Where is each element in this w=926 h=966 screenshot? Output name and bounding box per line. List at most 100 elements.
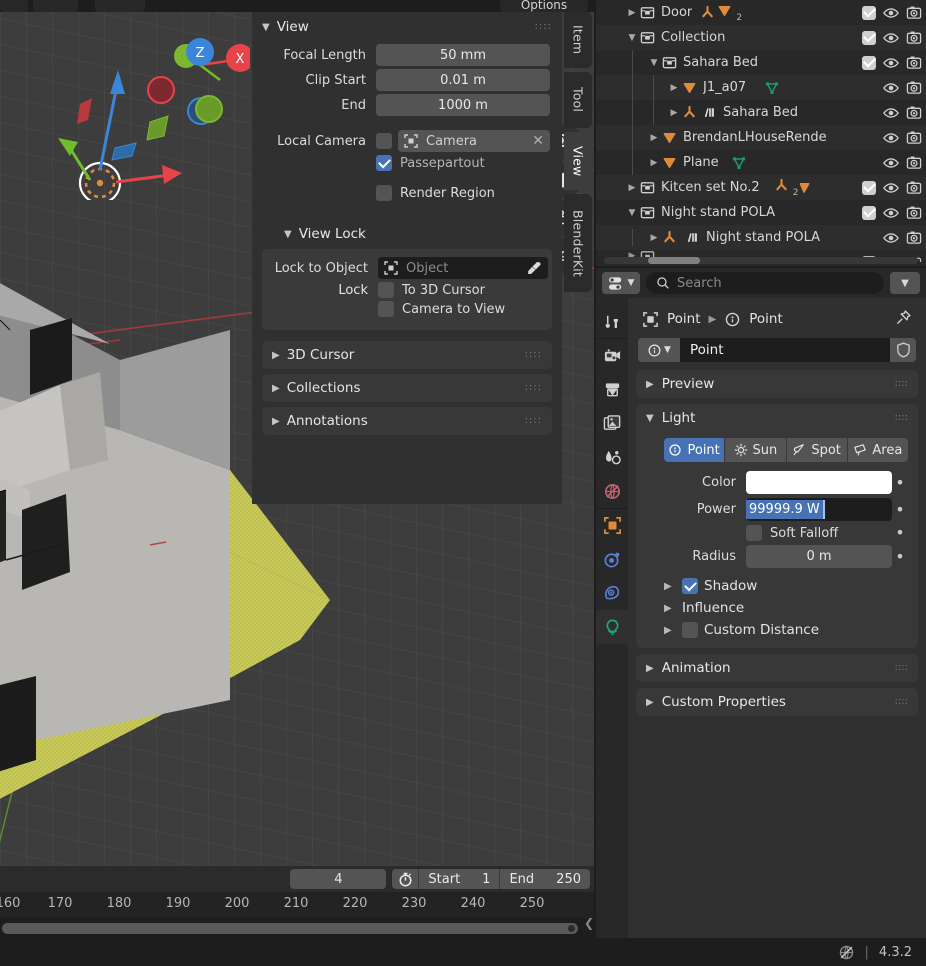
outliner-row-collection[interactable]: ▼ Collection	[596, 25, 926, 50]
camera-icon[interactable]	[906, 180, 922, 195]
panel-animation-header[interactable]: ▶ Animation ::::	[636, 654, 918, 682]
datablock-browse-button[interactable]: ▼	[638, 338, 680, 362]
chevron-right-icon[interactable]: ▶	[646, 133, 662, 143]
drag-grip-icon[interactable]: ::::	[895, 379, 908, 389]
eye-icon[interactable]	[883, 156, 899, 170]
eye-icon[interactable]	[883, 181, 899, 195]
passepartout-checkbox[interactable]	[376, 155, 392, 171]
panel-3d-cursor[interactable]: ▶ 3D Cursor ::::	[262, 341, 552, 369]
timeline-hscrollbar[interactable]	[2, 923, 578, 934]
drag-grip-icon[interactable]: ::::	[525, 416, 542, 426]
properties-tab-object[interactable]	[596, 508, 628, 542]
eye-icon[interactable]	[883, 31, 899, 45]
eye-icon[interactable]	[883, 56, 899, 70]
properties-tab-world[interactable]	[596, 474, 628, 508]
header-btn-2[interactable]	[33, 0, 78, 12]
eyedropper-icon[interactable]	[526, 260, 542, 276]
camera-icon[interactable]	[906, 230, 922, 245]
local-camera-checkbox[interactable]	[376, 133, 392, 149]
panel-preview[interactable]: ▶ Preview ::::	[636, 370, 918, 398]
drag-grip-icon[interactable]: ::::	[895, 413, 908, 423]
camera-icon[interactable]	[906, 55, 922, 70]
editor-type-button[interactable]: ▼	[602, 272, 640, 294]
properties-tab-view-layer[interactable]	[596, 406, 628, 440]
chevron-down-icon[interactable]: ▼	[624, 33, 640, 43]
panel-light-header[interactable]: ▼ Light ::::	[636, 404, 918, 432]
view-panel-header[interactable]: ▼ View ::::	[252, 12, 562, 42]
chevron-right-icon[interactable]: ▶	[624, 8, 640, 18]
header-btn-3[interactable]	[95, 0, 145, 12]
chevron-right-icon[interactable]: ▶	[646, 233, 662, 243]
animate-property-dot[interactable]: •	[892, 548, 908, 564]
panel-annotations[interactable]: ▶ Annotations ::::	[262, 407, 552, 435]
fake-user-button[interactable]	[890, 338, 916, 362]
light-power-field[interactable]: 99999.9 W	[746, 498, 892, 521]
soft-falloff-checkbox[interactable]	[746, 525, 762, 541]
light-type-point-button[interactable]: Point	[664, 438, 725, 462]
eye-icon[interactable]	[883, 231, 899, 245]
exclude-checkbox[interactable]	[862, 180, 876, 195]
chevron-left-icon[interactable]: ❮	[584, 916, 594, 930]
filter-button[interactable]: ▼	[890, 272, 920, 294]
light-type-spot-button[interactable]: Spot	[786, 438, 847, 462]
lock-to-object-field[interactable]: Object	[378, 257, 548, 279]
exclude-checkbox[interactable]	[862, 55, 876, 70]
properties-tab-tool[interactable]	[596, 304, 628, 338]
pin-icon[interactable]	[895, 309, 912, 330]
scrollbar-knob[interactable]	[648, 257, 700, 264]
eye-icon[interactable]	[883, 6, 899, 20]
properties-tab-output[interactable]	[596, 372, 628, 406]
render-region-checkbox[interactable]	[376, 185, 392, 201]
custom-distance-checkbox[interactable]	[682, 622, 698, 638]
panel-animation[interactable]: ▶ Animation ::::	[636, 654, 918, 682]
outliner-editor[interactable]: ▶ Door 2 ▼ Collection ▼ Sahara Bed ▶ J1_…	[596, 0, 926, 266]
focal-length-field[interactable]: 50 mm	[376, 44, 550, 66]
properties-tab-modifiers[interactable]	[596, 542, 628, 576]
light-type-sun-button[interactable]: Sun	[725, 438, 786, 462]
search-input[interactable]: Search	[646, 272, 884, 294]
to-3d-cursor-checkbox[interactable]	[378, 282, 394, 298]
outliner-row-kitcen-set-no2[interactable]: ▶ Kitcen set No.2 2	[596, 175, 926, 200]
light-type-area-button[interactable]: Area	[847, 438, 908, 462]
scrollbar-knob[interactable]	[568, 925, 575, 932]
camera-to-view-checkbox[interactable]	[378, 301, 394, 317]
animate-property-dot[interactable]: •	[892, 525, 908, 541]
outliner-row-night-stand-pola-object[interactable]: ▶ Night stand POLA	[596, 225, 926, 250]
properties-tab-scene[interactable]	[596, 440, 628, 474]
camera-icon[interactable]	[906, 205, 922, 220]
chevron-down-icon[interactable]: ▼	[646, 58, 662, 68]
drag-grip-icon[interactable]: ::::	[525, 350, 542, 360]
eye-icon[interactable]	[883, 131, 899, 145]
navigation-gizmo[interactable]: Z X	[20, 10, 254, 219]
drag-grip-icon[interactable]: ::::	[525, 383, 542, 393]
breadcrumb-data[interactable]: Point	[749, 311, 783, 327]
outliner-row-night-stand-pola-collection[interactable]: ▼ Night stand POLA	[596, 200, 926, 225]
camera-icon[interactable]	[906, 155, 922, 170]
gizmo-axes[interactable]: Z X	[20, 10, 254, 219]
current-frame-field[interactable]: 4	[290, 869, 387, 889]
properties-editor[interactable]: ▼ Search ▼ Point ▶ Point ▼ Point ▶ Previ…	[596, 268, 926, 938]
animate-property-dot[interactable]: •	[892, 501, 908, 517]
timeline-ruler[interactable]: 160 170 180 190 200 210 220 230 240 250	[0, 892, 594, 918]
eye-icon[interactable]	[883, 106, 899, 120]
drag-grip-icon[interactable]: ::::	[895, 663, 908, 673]
breadcrumb-object[interactable]: Point	[667, 311, 701, 327]
eye-icon[interactable]	[883, 206, 899, 220]
panel-preview-header[interactable]: ▶ Preview ::::	[636, 370, 918, 398]
panel-custom-properties[interactable]: ▶ Custom Properties ::::	[636, 688, 918, 716]
shadow-subpanel[interactable]: ▶ Shadow	[646, 578, 908, 594]
drag-grip-icon[interactable]: ::::	[895, 697, 908, 707]
camera-icon[interactable]	[906, 5, 922, 20]
viewport-options-button[interactable]: Options	[500, 0, 588, 12]
local-camera-field[interactable]: Camera ✕	[398, 130, 550, 152]
light-color-swatch[interactable]	[746, 471, 892, 494]
shadow-checkbox[interactable]	[682, 578, 698, 594]
exclude-checkbox[interactable]	[862, 30, 876, 45]
outliner-row-brendanlhouserender[interactable]: ▶ BrendanLHouseRende	[596, 125, 926, 150]
eye-icon[interactable]	[883, 81, 899, 95]
stopwatch-icon[interactable]	[392, 872, 418, 887]
close-icon[interactable]: ✕	[532, 133, 544, 149]
clip-start-field[interactable]: 0.01 m	[376, 69, 550, 91]
outliner-row-sahara-bed-collection[interactable]: ▼ Sahara Bed	[596, 50, 926, 75]
header-btn-1[interactable]	[0, 0, 28, 12]
